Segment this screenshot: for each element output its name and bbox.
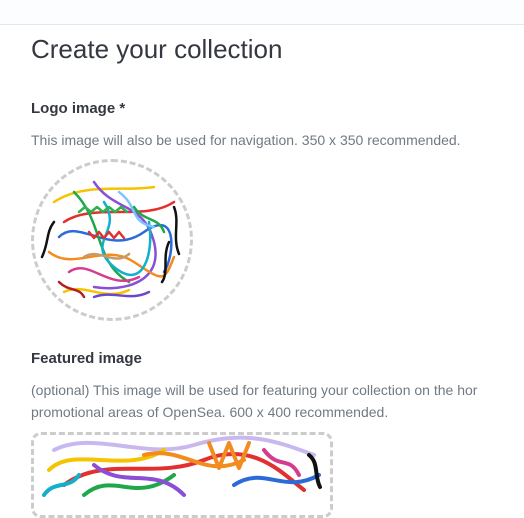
logo-image-description: This image will also be used for navigat… [31, 132, 461, 148]
featured-image-preview [42, 435, 322, 497]
featured-image-description-line1: (optional) This image will be used for f… [31, 382, 478, 398]
featured-image-dropzone[interactable] [31, 432, 333, 518]
featured-image-description-line2: promotional areas of OpenSea. 600 x 400 … [31, 404, 389, 420]
logo-image-preview [40, 180, 181, 299]
logo-image-label: Logo image * [31, 100, 126, 117]
logo-image-dropzone[interactable] [31, 159, 193, 321]
featured-image-label: Featured image [31, 350, 142, 367]
page-title: Create your collection [31, 34, 283, 64]
top-navigation-bar [0, 0, 524, 25]
